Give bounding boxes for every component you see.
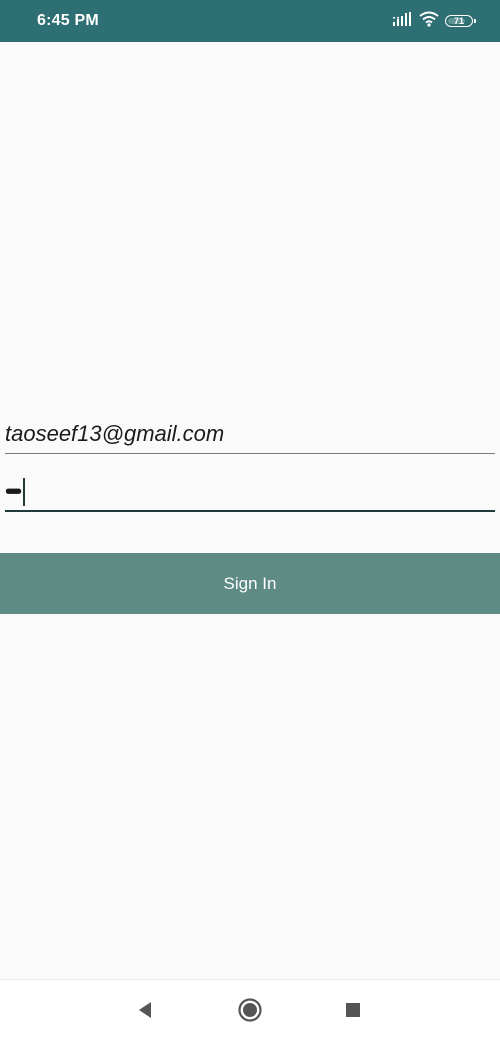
sign-in-button[interactable]: Sign In — [0, 553, 500, 614]
password-field[interactable]: •••••• — [5, 472, 495, 512]
password-field-value: •••••• — [5, 478, 26, 506]
battery-level: 71 — [453, 15, 464, 26]
text-cursor — [23, 478, 26, 506]
status-icons: 71 — [393, 11, 476, 32]
status-bar: 6:45 PM 71 — [0, 0, 500, 42]
email-field[interactable]: taoseef13@gmail.com — [5, 416, 495, 454]
status-time: 6:45 PM — [37, 12, 99, 29]
back-icon[interactable] — [131, 996, 159, 1024]
battery-icon: 71 — [445, 15, 476, 27]
password-masked-text: •••••• — [5, 481, 22, 503]
wifi-icon — [419, 11, 439, 32]
email-field-value: taoseef13@gmail.com — [5, 421, 225, 446]
navigation-bar — [0, 979, 500, 1039]
home-icon[interactable] — [236, 996, 264, 1024]
signal-icon — [393, 11, 413, 31]
recents-icon[interactable] — [339, 996, 367, 1024]
